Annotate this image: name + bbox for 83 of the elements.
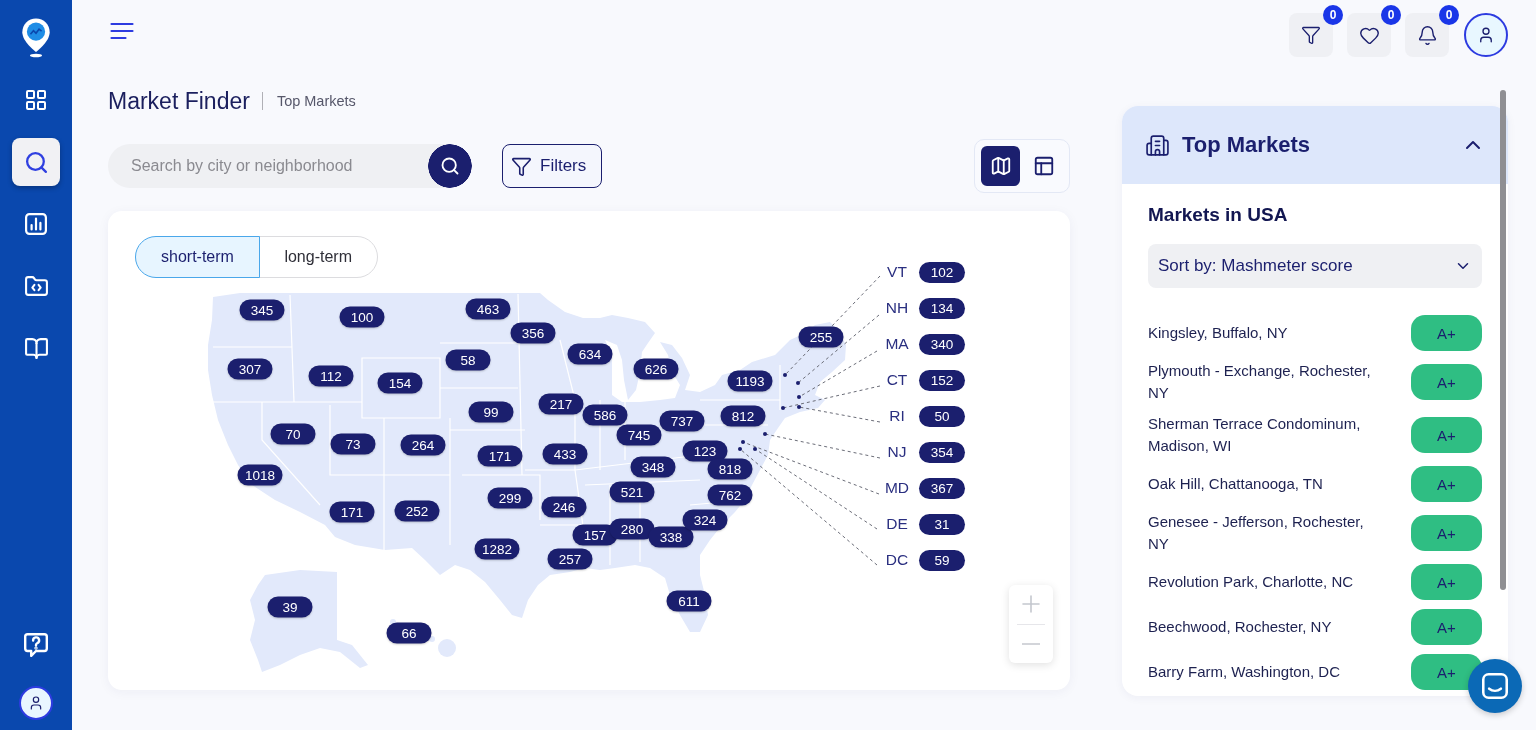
count-badge: 0 [1323, 5, 1343, 25]
search-button[interactable] [428, 144, 472, 188]
count-badge[interactable]: 134 [919, 297, 965, 319]
chat-icon [1482, 673, 1508, 699]
market-name[interactable]: Barry Farm, Washington, DC [1148, 661, 1382, 683]
menu-button[interactable] [110, 22, 134, 40]
count-badge[interactable]: 1193 [727, 370, 773, 392]
market-name[interactable]: Sherman Terrace Condominum, Madison, WI [1148, 413, 1382, 457]
scrollbar-thumb[interactable] [1500, 90, 1506, 590]
code-folder-icon [23, 273, 49, 299]
grade-badge: A+ [1411, 417, 1482, 453]
page-title: Market Finder [108, 88, 250, 114]
breadcrumb: Top Markets [276, 93, 356, 109]
count-badge[interactable]: 324 [682, 509, 728, 531]
bar-chart-icon [25, 213, 47, 235]
nav-item[interactable] [12, 138, 60, 186]
logo-icon [21, 18, 51, 58]
count-badge[interactable]: 31 [919, 513, 965, 535]
count-badge[interactable]: 367 [919, 477, 965, 499]
user-icon [1477, 26, 1495, 44]
state-label: DC [884, 551, 910, 569]
state-label: MA [884, 335, 910, 353]
count-badge: 0 [1439, 5, 1459, 25]
count-badge[interactable]: 762 [707, 484, 753, 506]
funnel-icon [1301, 25, 1321, 45]
market-name[interactable]: Beechwood, Rochester, NY [1148, 616, 1382, 638]
count-badge[interactable]: 340 [919, 333, 965, 355]
count-badge[interactable]: 50 [919, 405, 965, 427]
map-icon [989, 155, 1012, 177]
layout-icon [1032, 155, 1055, 177]
market-name[interactable]: Revolution Park, Charlotte, NC [1148, 571, 1382, 593]
filters-button[interactable]: Filters [502, 144, 602, 188]
building-icon [1145, 132, 1170, 158]
panel-title: Top Markets [1182, 132, 1311, 158]
user-icon [28, 695, 44, 711]
grade-badge: A+ [1411, 315, 1482, 351]
search-field[interactable]: Search by city or neighborhood [108, 144, 428, 188]
grade-badge: A+ [1411, 564, 1482, 600]
state-label: DE [885, 515, 909, 533]
count-badge[interactable]: 1018 [237, 464, 283, 486]
count-badge[interactable]: 745 [616, 424, 662, 446]
state-label: RI [888, 407, 906, 425]
bell-icon [1416, 24, 1438, 46]
count-badge[interactable]: 586 [582, 404, 628, 426]
view-button[interactable] [981, 146, 1020, 186]
count-badge[interactable]: 634 [567, 343, 613, 365]
state-label: NH [884, 299, 910, 317]
book-icon [23, 335, 49, 361]
market-name[interactable]: Genesee - Jefferson, Rochester, NY [1148, 511, 1382, 555]
count-badge[interactable]: 611 [666, 590, 712, 612]
funnel-icon [511, 155, 532, 177]
state-label: VT [886, 263, 908, 281]
grade-badge: A+ [1411, 515, 1482, 551]
plus-icon [1022, 595, 1040, 614]
sort-dropdown[interactable]: Sort by: Mashmeter score [1148, 244, 1482, 288]
section-title: Markets in USA [1148, 204, 1289, 226]
count-badge[interactable]: 66 [386, 622, 432, 644]
help-icon [24, 633, 48, 657]
count-badge: 0 [1381, 5, 1401, 25]
rental-type-tab[interactable]: long-term [258, 236, 378, 278]
grade-badge: A+ [1411, 609, 1482, 645]
market-name[interactable]: Plymouth - Exchange, Rochester, NY [1148, 360, 1382, 404]
market-name[interactable]: Kingsley, Buffalo, NY [1148, 322, 1382, 344]
search-icon [440, 156, 460, 176]
minus-icon [1022, 642, 1040, 645]
chat-button[interactable] [1468, 659, 1522, 713]
grade-badge: A+ [1411, 466, 1482, 502]
state-label: MD [883, 479, 911, 497]
state-label: NJ [886, 443, 908, 461]
state-label: CT [885, 371, 909, 389]
count-badge[interactable]: 152 [919, 369, 965, 391]
profile-avatar[interactable] [19, 686, 53, 720]
count-badge[interactable]: 255 [798, 326, 844, 348]
profile-avatar[interactable] [1464, 13, 1508, 57]
grade-badge: A+ [1411, 364, 1482, 400]
menu-icon [110, 22, 134, 40]
market-name[interactable]: Oak Hill, Chattanooga, TN [1148, 473, 1382, 495]
rental-type-tab[interactable]: short-term [135, 236, 260, 278]
count-badge[interactable]: 59 [919, 549, 965, 571]
search-icon [23, 149, 49, 175]
count-badge[interactable]: 354 [919, 441, 965, 463]
count-badge[interactable]: 102 [919, 261, 965, 283]
grid-icon [24, 88, 48, 112]
